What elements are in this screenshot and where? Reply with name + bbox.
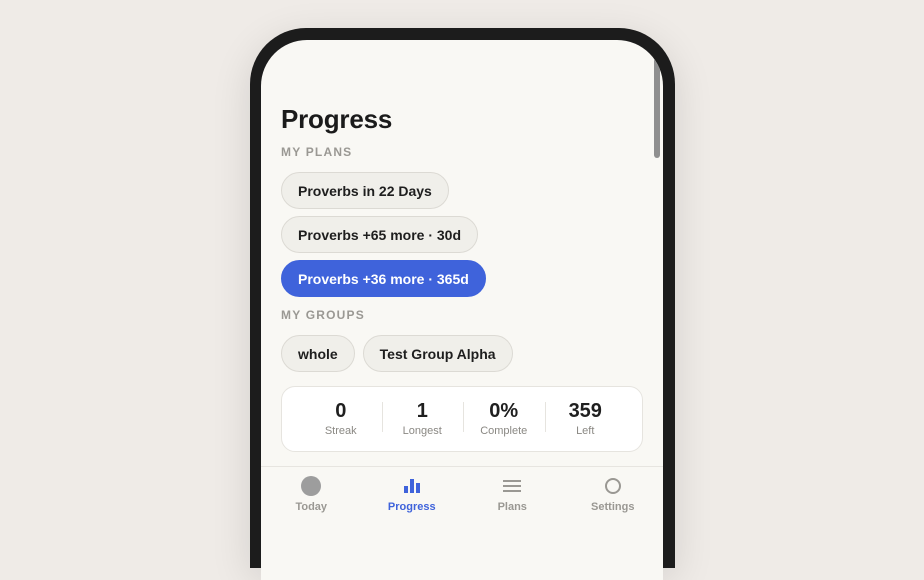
stat-value: 1 bbox=[416, 400, 428, 422]
plan-chips: Proverbs in 22 Days Proverbs +65 more · … bbox=[281, 172, 643, 297]
phone-frame: Progress MY PLANS Proverbs in 22 Days Pr… bbox=[250, 28, 675, 580]
my-plans-label: MY PLANS bbox=[281, 145, 353, 159]
tab-label: Plans bbox=[497, 501, 527, 513]
ring-icon bbox=[563, 475, 664, 497]
tab-progress[interactable]: Progress bbox=[362, 467, 463, 580]
stat-longest: 1 Longest bbox=[381, 400, 464, 438]
stat-complete: 0% Complete bbox=[463, 400, 545, 438]
tab-label: Settings bbox=[591, 501, 635, 513]
tab-label: Today bbox=[295, 501, 328, 513]
stat-label: Left bbox=[576, 425, 595, 437]
page-title: Progress bbox=[281, 104, 393, 134]
stat-label: Streak bbox=[324, 425, 357, 437]
plan-chip-proverbs-30d[interactable]: Proverbs +65 more · 30d bbox=[281, 216, 479, 253]
tab-bar: Today Progress Plans Settings bbox=[261, 466, 663, 580]
bar-chart-icon bbox=[362, 475, 463, 497]
tab-settings[interactable]: Settings bbox=[563, 467, 664, 580]
tab-plans[interactable]: Plans bbox=[462, 467, 563, 580]
stat-label: Complete bbox=[480, 425, 528, 437]
list-icon bbox=[462, 475, 563, 497]
stat-value: 0% bbox=[489, 400, 519, 422]
stat-streak: 0 Streak bbox=[300, 400, 382, 438]
my-groups-label: MY GROUPS bbox=[281, 308, 365, 322]
scrollbar[interactable] bbox=[654, 58, 660, 158]
stat-left: 359 Left bbox=[544, 400, 627, 438]
tab-label: Progress bbox=[387, 501, 436, 513]
stat-label: Longest bbox=[402, 425, 442, 437]
plan-chip-proverbs-365d[interactable]: Proverbs +36 more · 365d bbox=[281, 260, 486, 297]
group-chip-test-group-alpha[interactable]: Test Group Alpha bbox=[362, 335, 513, 372]
plan-chip-proverbs-22-days[interactable]: Proverbs in 22 Days bbox=[281, 172, 449, 209]
stat-value: 359 bbox=[568, 400, 602, 422]
stat-value: 0 bbox=[335, 400, 347, 422]
tab-today[interactable]: Today bbox=[261, 467, 362, 580]
group-chips: whole Test Group Alpha bbox=[281, 335, 643, 372]
circle-icon bbox=[261, 475, 362, 497]
stats-card: 0 Streak 1 Longest 0% Complete 359 Left bbox=[281, 386, 643, 452]
app-screen: Progress MY PLANS Proverbs in 22 Days Pr… bbox=[261, 40, 663, 580]
group-chip-whole[interactable]: whole bbox=[281, 335, 355, 372]
progress-content: Progress MY PLANS Proverbs in 22 Days Pr… bbox=[281, 104, 643, 452]
